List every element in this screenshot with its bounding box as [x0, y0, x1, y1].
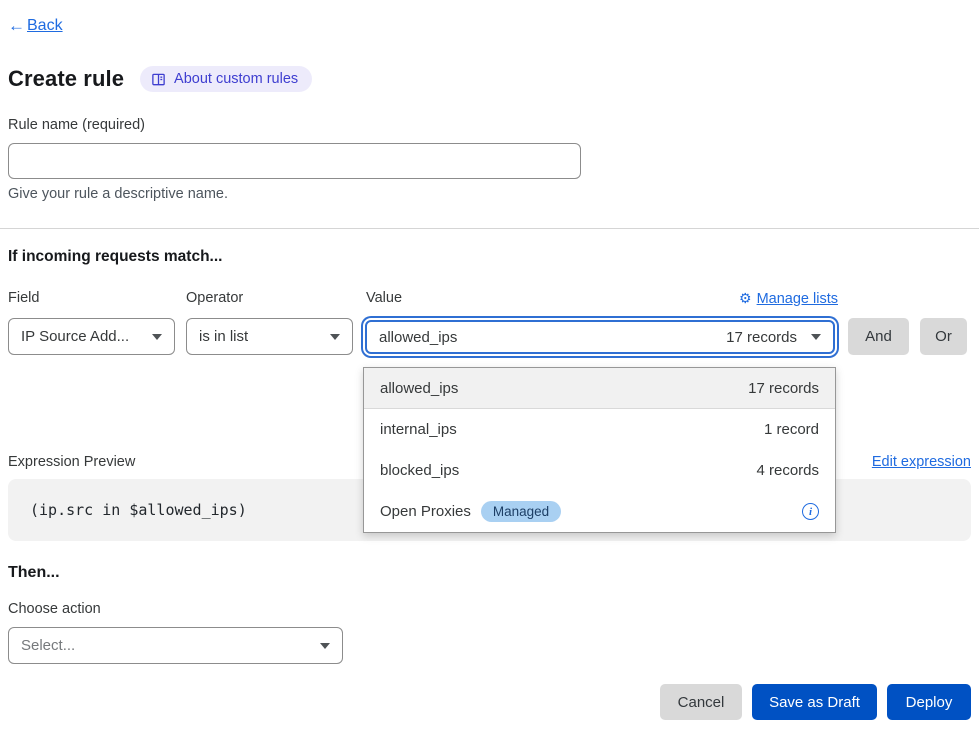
and-button[interactable]: And [848, 318, 909, 355]
value-select-selected: allowed_ips [379, 329, 457, 346]
about-custom-rules-link[interactable]: About custom rules [140, 66, 312, 92]
action-select-placeholder: Select... [21, 637, 75, 654]
list-item-blocked-ips[interactable]: blocked_ips 4 records [364, 450, 835, 491]
managed-badge: Managed [481, 501, 561, 522]
back-link[interactable]: ← Back [8, 16, 63, 36]
chevron-down-icon [152, 334, 162, 340]
operator-select-value: is in list [199, 328, 248, 345]
deploy-button[interactable]: Deploy [887, 684, 971, 720]
cancel-button[interactable]: Cancel [660, 684, 742, 720]
operator-select[interactable]: is in list [186, 318, 353, 355]
list-item-meta: 4 records [756, 462, 819, 479]
rule-name-label: Rule name (required) [8, 117, 145, 133]
gear-icon: ⚙ [739, 290, 752, 307]
then-heading: Then... [8, 564, 60, 582]
list-item-allowed-ips[interactable]: allowed_ips 17 records [364, 368, 835, 409]
edit-expression-link[interactable]: Edit expression [872, 454, 971, 470]
list-dropdown-menu: allowed_ips 17 records internal_ips 1 re… [363, 367, 836, 533]
info-icon[interactable]: i [802, 503, 819, 520]
title-row: Create rule About custom rules [8, 66, 312, 92]
chevron-down-icon [330, 334, 340, 340]
manage-lists-link[interactable]: ⚙ Manage lists [739, 290, 838, 307]
page-title: Create rule [8, 66, 124, 92]
expression-code: (ip.src in $allowed_ips) [30, 501, 247, 519]
field-select-value: IP Source Add... [21, 328, 129, 345]
book-icon [151, 72, 166, 87]
field-select[interactable]: IP Source Add... [8, 318, 175, 355]
match-heading: If incoming requests match... [8, 248, 222, 266]
list-item-name: allowed_ips [380, 380, 458, 397]
rule-name-input[interactable] [8, 143, 581, 179]
create-rule-page: ← Back Create rule About custom rules Ru… [0, 0, 979, 739]
field-label: Field [8, 290, 39, 306]
action-select[interactable]: Select... [8, 627, 343, 664]
expression-preview-label: Expression Preview [8, 454, 135, 470]
section-divider [0, 228, 979, 229]
save-as-draft-button[interactable]: Save as Draft [752, 684, 877, 720]
list-item-name: blocked_ips [380, 462, 459, 479]
or-button[interactable]: Or [920, 318, 967, 355]
chevron-down-icon [811, 334, 821, 340]
back-arrow-icon: ← [8, 16, 25, 36]
rule-name-helper: Give your rule a descriptive name. [8, 186, 228, 202]
choose-action-label: Choose action [8, 601, 101, 617]
value-select-meta: 17 records [726, 329, 797, 346]
back-link-label: Back [27, 17, 63, 35]
list-item-name: internal_ips [380, 421, 457, 438]
value-select[interactable]: allowed_ips 17 records [365, 320, 835, 354]
list-item-open-proxies[interactable]: Open Proxies Managed i [364, 491, 835, 532]
list-item-meta: 17 records [748, 380, 819, 397]
manage-lists-label: Manage lists [757, 291, 838, 307]
list-item-internal-ips[interactable]: internal_ips 1 record [364, 409, 835, 450]
list-item-name: Open Proxies [380, 503, 471, 520]
list-item-meta: 1 record [764, 421, 819, 438]
chevron-down-icon [320, 643, 330, 649]
operator-label: Operator [186, 290, 243, 306]
value-label: Value [366, 290, 402, 306]
about-badge-label: About custom rules [174, 71, 298, 87]
